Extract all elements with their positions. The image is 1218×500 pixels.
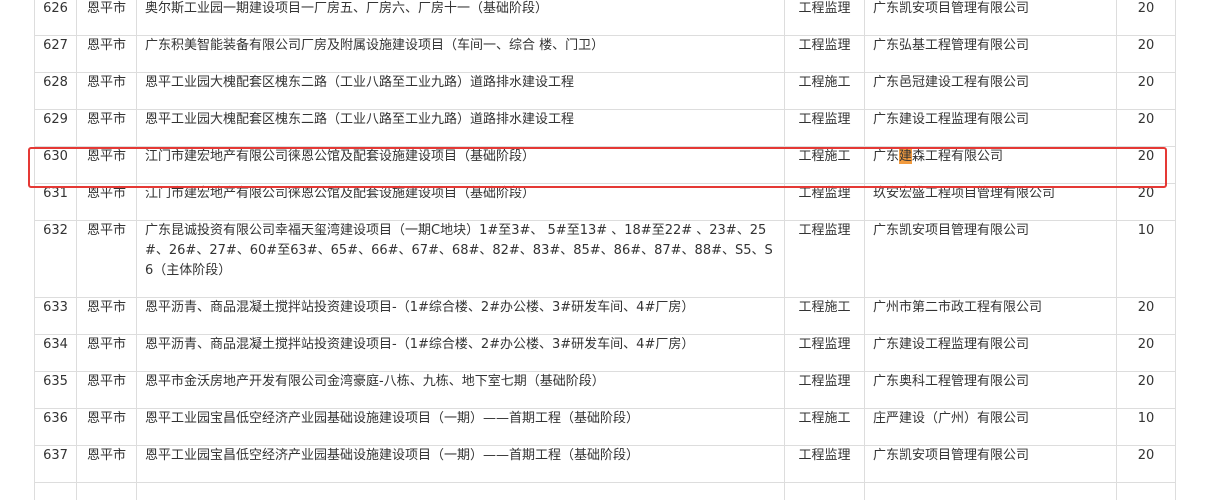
table-row: 634 恩平市 恩平沥青、商品混凝土搅拌站投资建设项目-（1#综合楼、2#办公楼… — [34, 334, 1176, 372]
row-company: 广东凯安项目管理有限公司 — [864, 220, 1117, 298]
row-score: 20 — [1116, 72, 1176, 110]
row-city: 恩平市 — [76, 35, 137, 73]
row-company: 庄严建设（广州）有限公司 — [864, 408, 1117, 446]
row-work-type: 工程监理 — [784, 220, 865, 298]
row-company: 广东邑冠建设工程有限公司 — [864, 72, 1117, 110]
row-city: 恩平市 — [76, 220, 137, 298]
row-work-type: 工程监理 — [784, 109, 865, 147]
row-company: 广东凯安项目管理有限公司 — [864, 445, 1117, 483]
table-row: 637 恩平市 恩平工业园宝昌低空经济产业园基础设施建设项目（一期）——首期工程… — [34, 445, 1176, 483]
row-project-name: 恩平市金沃房地产开发有限公司金湾豪庭-八栋、九栋、地下室七期（基础阶段） — [136, 371, 785, 409]
row-number: 630 — [34, 146, 77, 184]
table-row: 635 恩平市 恩平市金沃房地产开发有限公司金湾豪庭-八栋、九栋、地下室七期（基… — [34, 371, 1176, 409]
row-work-type: 工程监理 — [784, 35, 865, 73]
row-work-type: 工程监理 — [784, 445, 865, 483]
row-project-name: 江门市建宏地产有限公司徕恩公馆及配套设施建设项目（基础阶段） — [136, 146, 785, 184]
row-score — [1116, 482, 1176, 500]
row-city: 恩平市 — [76, 371, 137, 409]
row-number: 627 — [34, 35, 77, 73]
row-number: 631 — [34, 183, 77, 221]
table-row: 631 恩平市 江门市建宏地产有限公司徕恩公馆及配套设施建设项目（基础阶段） 工… — [34, 183, 1176, 221]
row-score: 20 — [1116, 445, 1176, 483]
table-row: 636 恩平市 恩平工业园宝昌低空经济产业园基础设施建设项目（一期）——首期工程… — [34, 408, 1176, 446]
row-work-type: 工程监理 — [784, 371, 865, 409]
row-project-name: 广东积美智能装备有限公司厂房及附属设施建设项目（车间一、综合 楼、门卫） — [136, 35, 785, 73]
row-score: 20 — [1116, 297, 1176, 335]
row-city: 恩平市 — [76, 109, 137, 147]
table-viewport: 626 恩平市 奥尔斯工业园一期建设项目一厂房五、厂房六、厂房十一（基础阶段） … — [0, 0, 1218, 500]
row-city: 恩平市 — [76, 408, 137, 446]
table-row: 627 恩平市 广东积美智能装备有限公司厂房及附属设施建设项目（车间一、综合 楼… — [34, 35, 1176, 73]
row-work-type: 工程施工 — [784, 297, 865, 335]
table-row-partial — [34, 482, 1176, 500]
company-text-after: 森工程有限公司 — [912, 149, 1004, 164]
table-row: 628 恩平市 恩平工业园大槐配套区槐东二路（工业八路至工业九路）道路排水建设工… — [34, 72, 1176, 110]
row-city: 恩平市 — [76, 72, 137, 110]
row-city: 恩平市 — [76, 183, 137, 221]
row-score: 20 — [1116, 146, 1176, 184]
row-project-name: 恩平工业园大槐配套区槐东二路（工业八路至工业九路）道路排水建设工程 — [136, 109, 785, 147]
row-score: 10 — [1116, 220, 1176, 298]
row-project-name: 恩平工业园宝昌低空经济产业园基础设施建设项目（一期）——首期工程（基础阶段） — [136, 408, 785, 446]
row-number: 626 — [34, 0, 77, 36]
project-table: 626 恩平市 奥尔斯工业园一期建设项目一厂房五、厂房六、厂房十一（基础阶段） … — [34, 0, 1176, 500]
row-number: 636 — [34, 408, 77, 446]
row-project-name: 恩平沥青、商品混凝土搅拌站投资建设项目-（1#综合楼、2#办公楼、3#研发车间、… — [136, 297, 785, 335]
row-score: 10 — [1116, 408, 1176, 446]
row-work-type: 工程施工 — [784, 408, 865, 446]
row-number: 628 — [34, 72, 77, 110]
row-work-type — [784, 482, 865, 500]
row-city — [76, 482, 137, 500]
row-company: 广东凯安项目管理有限公司 — [864, 0, 1117, 36]
table-row-highlighted: 630 恩平市 江门市建宏地产有限公司徕恩公馆及配套设施建设项目（基础阶段） 工… — [34, 146, 1176, 184]
row-company: 广东建设工程监理有限公司 — [864, 334, 1117, 372]
row-company: 广东奥科工程管理有限公司 — [864, 371, 1117, 409]
row-company: 广州市第二市政工程有限公司 — [864, 297, 1117, 335]
row-number: 633 — [34, 297, 77, 335]
row-number — [34, 482, 77, 500]
row-number: 634 — [34, 334, 77, 372]
row-company: 广东弘基工程管理有限公司 — [864, 35, 1117, 73]
row-number: 632 — [34, 220, 77, 298]
row-project-name: 恩平工业园宝昌低空经济产业园基础设施建设项目（一期）——首期工程（基础阶段） — [136, 445, 785, 483]
row-work-type: 工程监理 — [784, 0, 865, 36]
company-text-before: 广东 — [873, 149, 900, 164]
row-city: 恩平市 — [76, 297, 137, 335]
row-project-name: 江门市建宏地产有限公司徕恩公馆及配套设施建设项目（基础阶段） — [136, 183, 785, 221]
row-project-name — [136, 482, 785, 500]
row-project-name: 恩平工业园大槐配套区槐东二路（工业八路至工业九路）道路排水建设工程 — [136, 72, 785, 110]
row-project-name: 奥尔斯工业园一期建设项目一厂房五、厂房六、厂房十一（基础阶段） — [136, 0, 785, 36]
row-score: 20 — [1116, 35, 1176, 73]
table-row: 632 恩平市 广东昆诚投资有限公司幸福天玺湾建设项目（一期C地块）1#至3#、… — [34, 220, 1176, 298]
row-work-type: 工程监理 — [784, 183, 865, 221]
row-company: 广东建设工程监理有限公司 — [864, 109, 1117, 147]
row-work-type: 工程施工 — [784, 72, 865, 110]
row-score: 20 — [1116, 0, 1176, 36]
table-row: 629 恩平市 恩平工业园大槐配套区槐东二路（工业八路至工业九路）道路排水建设工… — [34, 109, 1176, 147]
row-work-type: 工程施工 — [784, 146, 865, 184]
row-score: 20 — [1116, 183, 1176, 221]
row-project-name: 恩平沥青、商品混凝土搅拌站投资建设项目-（1#综合楼、2#办公楼、3#研发车间、… — [136, 334, 785, 372]
row-city: 恩平市 — [76, 146, 137, 184]
row-city: 恩平市 — [76, 0, 137, 36]
row-number: 629 — [34, 109, 77, 147]
row-work-type: 工程监理 — [784, 334, 865, 372]
table-row: 633 恩平市 恩平沥青、商品混凝土搅拌站投资建设项目-（1#综合楼、2#办公楼… — [34, 297, 1176, 335]
row-score: 20 — [1116, 371, 1176, 409]
row-number: 635 — [34, 371, 77, 409]
row-company: 玖安宏盛工程项目管理有限公司 — [864, 183, 1117, 221]
table-row: 626 恩平市 奥尔斯工业园一期建设项目一厂房五、厂房六、厂房十一（基础阶段） … — [34, 0, 1176, 36]
row-project-name: 广东昆诚投资有限公司幸福天玺湾建设项目（一期C地块）1#至3#、 5#至13# … — [136, 220, 785, 298]
row-number: 637 — [34, 445, 77, 483]
row-score: 20 — [1116, 109, 1176, 147]
row-company: 广东建森工程有限公司 — [864, 146, 1117, 184]
row-company — [864, 482, 1117, 500]
row-score: 20 — [1116, 334, 1176, 372]
search-match-highlight: 建 — [899, 149, 913, 164]
row-city: 恩平市 — [76, 445, 137, 483]
row-city: 恩平市 — [76, 334, 137, 372]
